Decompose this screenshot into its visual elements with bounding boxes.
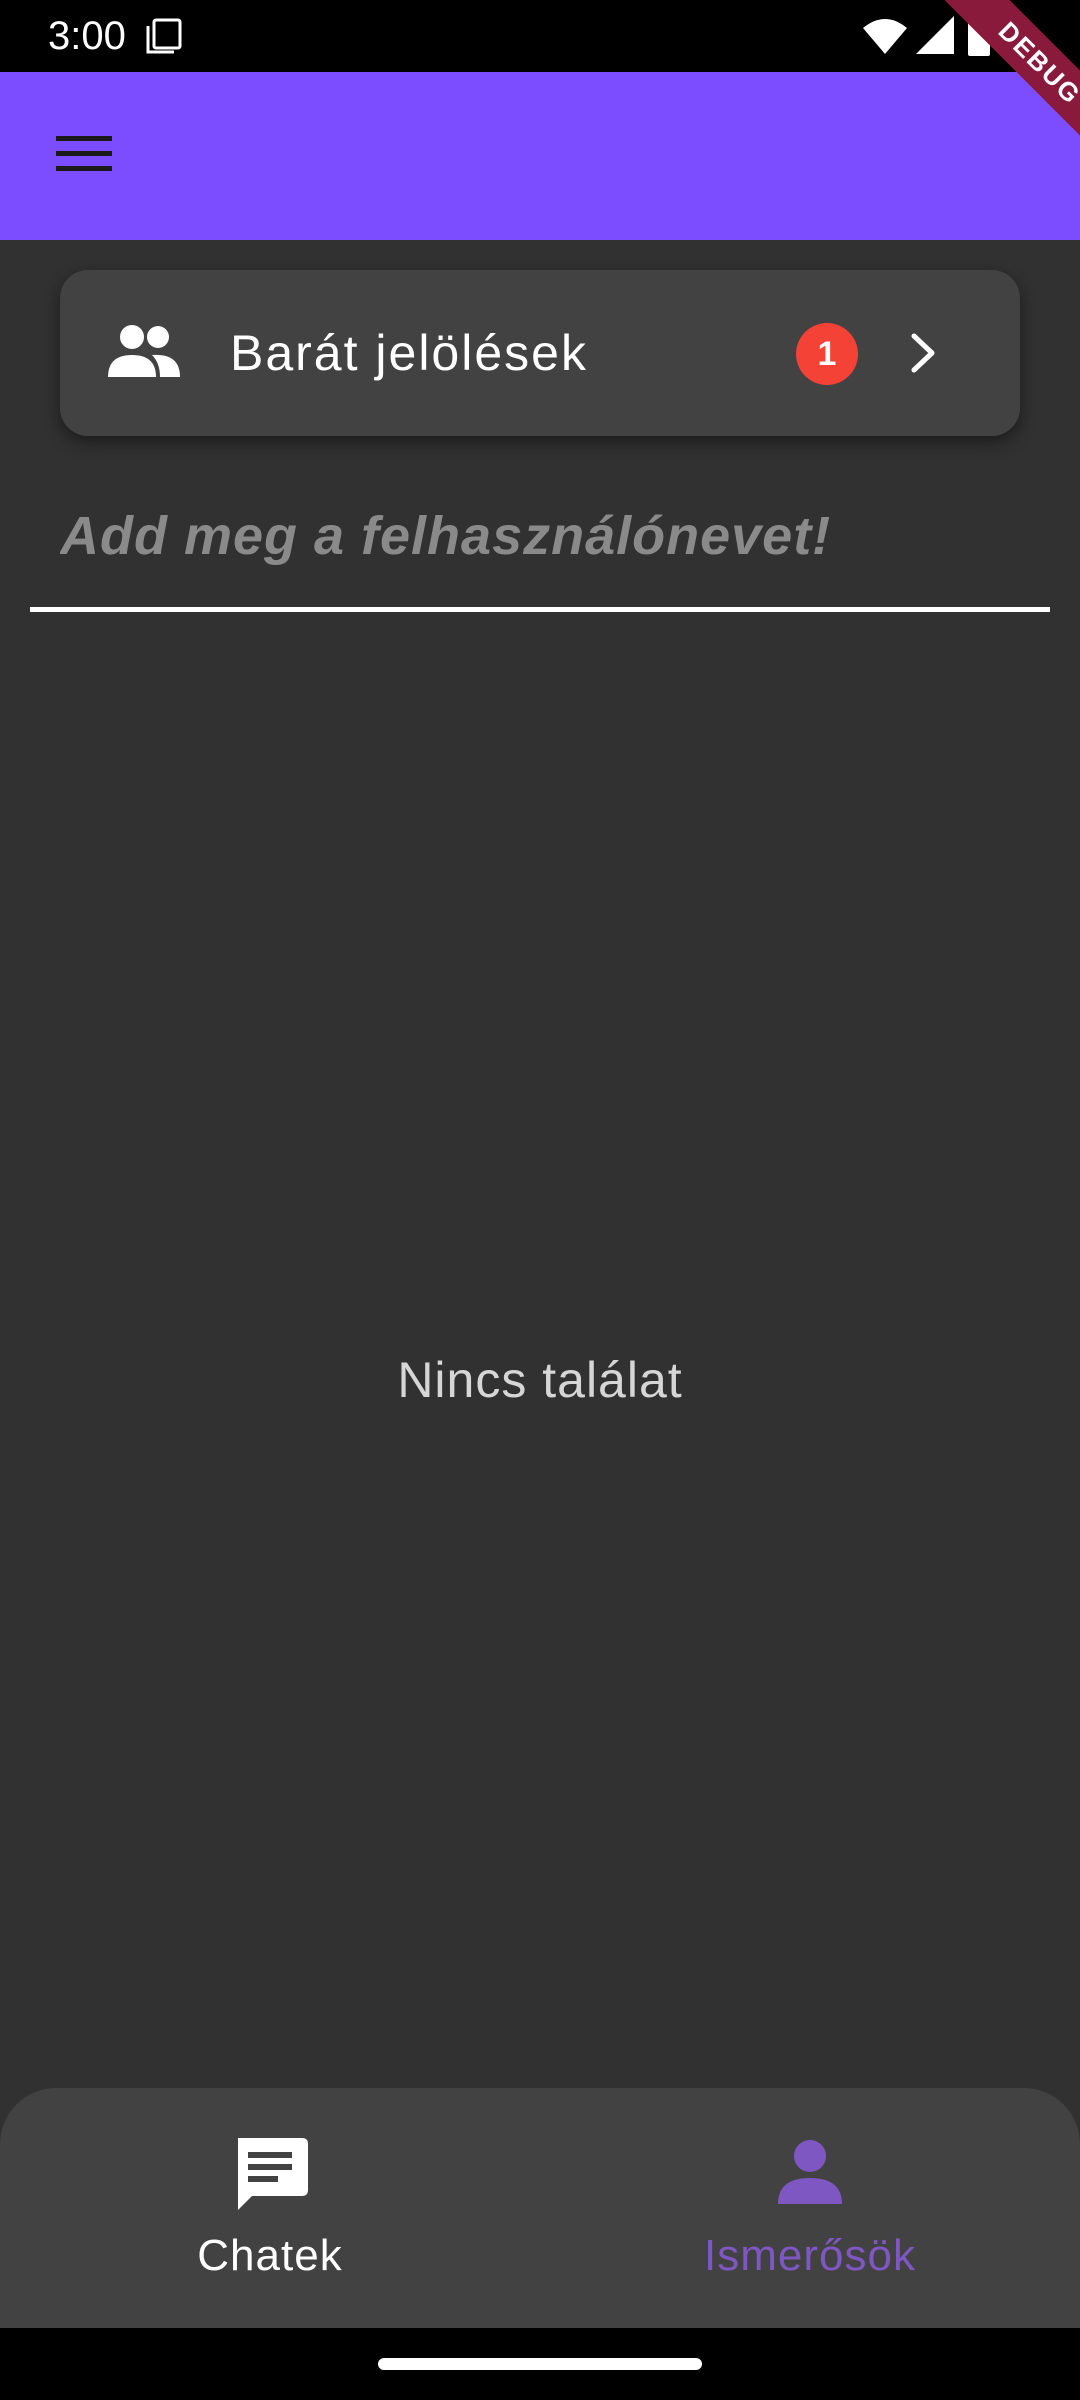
person-icon [770,2134,850,2219]
username-search-field [30,480,1050,612]
home-gesture-handle[interactable] [378,2358,702,2370]
wifi-icon [862,16,908,61]
chat-icon [230,2134,310,2219]
chevron-right-icon [904,318,944,393]
nav-label-chats: Chatek [197,2231,343,2280]
notification-badge: 1 [796,323,858,385]
nav-item-chats[interactable]: Chatek [0,2088,540,2328]
status-time: 3:00 [48,14,126,58]
friend-requests-label: Barát jelölések [230,325,588,381]
sim-card-icon [144,16,184,61]
empty-state-message: Nincs találat [397,1352,683,1408]
app-screen: 3:00 DEBUG Barát jelölések 1 Add meg a f… [0,0,1080,2400]
people-icon [108,323,180,386]
gesture-navigation-bar [0,2328,1080,2400]
nav-label-contacts: Ismerősök [704,2231,916,2280]
app-bar [0,72,1080,240]
username-search-input[interactable] [60,496,1020,576]
status-bar: 3:00 [0,0,1080,72]
bottom-navigation: Chatek Ismerősök [0,2088,1080,2328]
nav-item-contacts[interactable]: Ismerősök [540,2088,1080,2328]
friend-requests-card[interactable]: Barát jelölések 1 [60,270,1020,436]
signal-icon [914,14,956,61]
menu-button[interactable] [34,124,134,188]
hamburger-menu-icon [56,134,112,179]
